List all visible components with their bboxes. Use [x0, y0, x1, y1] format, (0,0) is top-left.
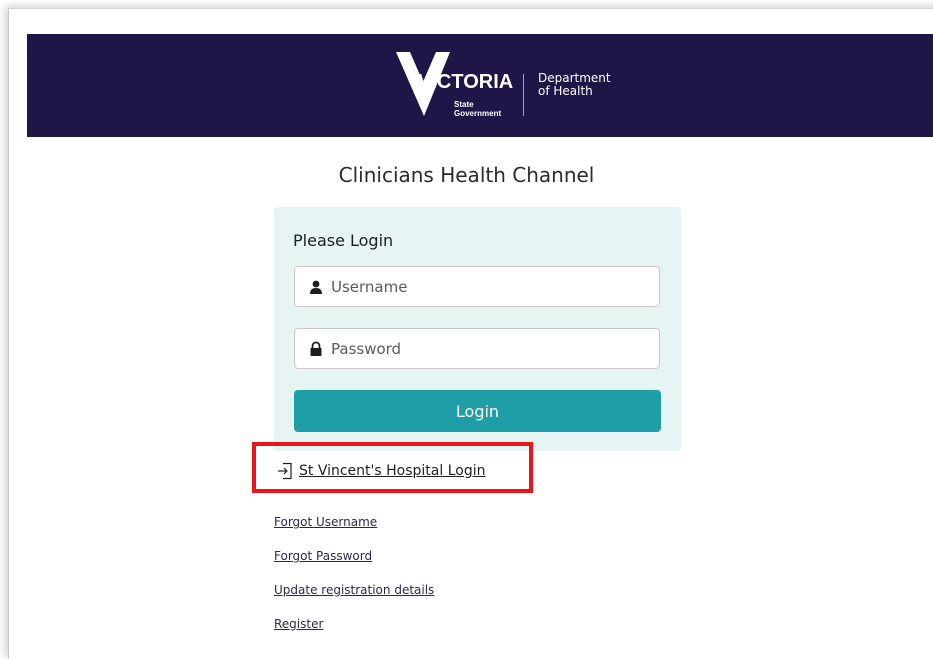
lock-icon: [310, 341, 322, 356]
password-field[interactable]: [294, 328, 660, 369]
password-input[interactable]: [331, 329, 651, 368]
st-vincents-login-link[interactable]: St Vincent's Hospital Login: [277, 462, 485, 480]
login-button[interactable]: Login: [294, 390, 661, 432]
logo-sub-government: Government: [454, 109, 501, 118]
username-field[interactable]: [294, 266, 660, 307]
register-link[interactable]: Register: [274, 617, 434, 651]
login-heading: Please Login: [293, 231, 394, 250]
department-line-2: of Health: [538, 84, 593, 98]
department-name: Department of Health: [538, 72, 611, 98]
forgot-password-link[interactable]: Forgot Password: [274, 549, 434, 583]
username-input[interactable]: [331, 267, 651, 306]
forgot-username-link[interactable]: Forgot Username: [274, 515, 434, 549]
st-vincents-login-label: St Vincent's Hospital Login: [299, 463, 486, 479]
logo-word: VICTORIA: [418, 71, 513, 93]
page-title: Clinicians Health Channel: [338, 163, 595, 187]
sign-in-icon: [278, 462, 292, 480]
logo-sub-state: State: [454, 100, 474, 109]
update-registration-link[interactable]: Update registration details: [274, 583, 434, 617]
logo-divider: [523, 74, 524, 116]
login-panel: Please Login Login: [274, 207, 681, 451]
user-icon: [310, 280, 322, 294]
site-header: VICTORIA State Government Department of …: [27, 34, 933, 137]
account-links: Forgot Username Forgot Password Update r…: [274, 515, 434, 651]
